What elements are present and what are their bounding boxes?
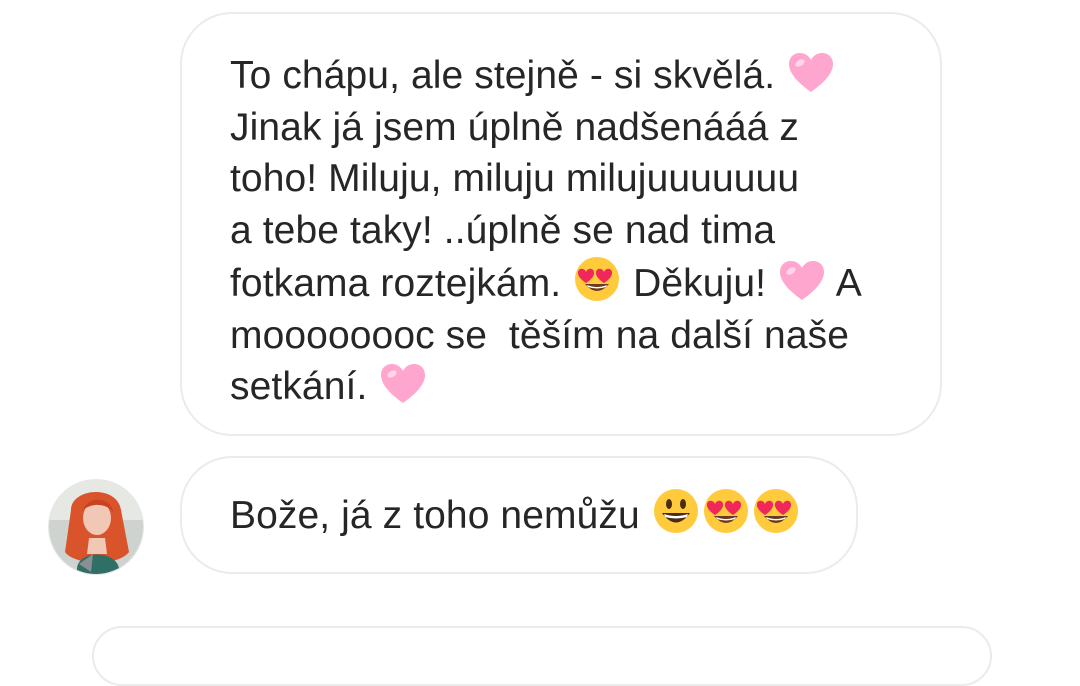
message-line-text: Jinak já jsem úplně nadšenááá z xyxy=(230,105,799,149)
pink-heart-icon xyxy=(380,363,426,405)
message-line: a tebe taky! ..úplně se nad tima xyxy=(230,205,900,257)
message-text: Bože, já z toho nemůžu xyxy=(230,488,801,542)
grinning-face-icon xyxy=(653,488,699,534)
pink-heart-icon xyxy=(788,52,834,94)
heart-eyes-icon xyxy=(574,256,620,302)
message-line: setkání. xyxy=(230,361,900,413)
message-line-text: setkání. xyxy=(230,365,379,408)
message-bubble-incoming[interactable]: Bože, já z toho nemůžu xyxy=(180,456,858,574)
avatar-photo xyxy=(49,480,143,574)
message-line-text: A xyxy=(827,262,862,305)
message-line: Jinak já jsem úplně nadšenááá z xyxy=(230,102,900,154)
message-line-text: a tebe taky! ..úplně se nad tima xyxy=(230,208,776,252)
message-bubble-outgoing[interactable]: To chápu, ale stejně - si skvělá. Jinak … xyxy=(180,12,942,436)
message-line-text: To chápu, ale stejně - si skvělá. xyxy=(230,54,787,97)
contact-avatar[interactable] xyxy=(48,479,144,575)
message-text: To chápu, ale stejně - si skvělá. Jinak … xyxy=(230,50,900,413)
message-line-text: Bože, já z toho nemůžu xyxy=(230,494,651,538)
message-line-text: Děkuju! xyxy=(622,262,777,305)
heart-eyes-icon xyxy=(703,488,749,534)
message-line: Bože, já z toho nemůžu xyxy=(230,488,801,542)
message-line: fotkama roztejkám. Děkuju! A xyxy=(230,256,900,310)
heart-eyes-icon xyxy=(753,488,799,534)
message-line-text: moooooooc se těším na další naše xyxy=(230,313,849,357)
pink-heart-icon xyxy=(779,260,825,302)
message-line: toho! Miluju, miluju milujuuuuuuu xyxy=(230,153,900,205)
message-line-text: toho! Miluju, miluju milujuuuuuuu xyxy=(230,157,800,200)
message-line: To chápu, ale stejně - si skvělá. xyxy=(230,50,900,102)
message-line: moooooooc se těším na další naše xyxy=(230,310,900,362)
message-bubble-partial[interactable] xyxy=(92,626,992,686)
message-line-text: fotkama roztejkám. xyxy=(230,262,573,305)
